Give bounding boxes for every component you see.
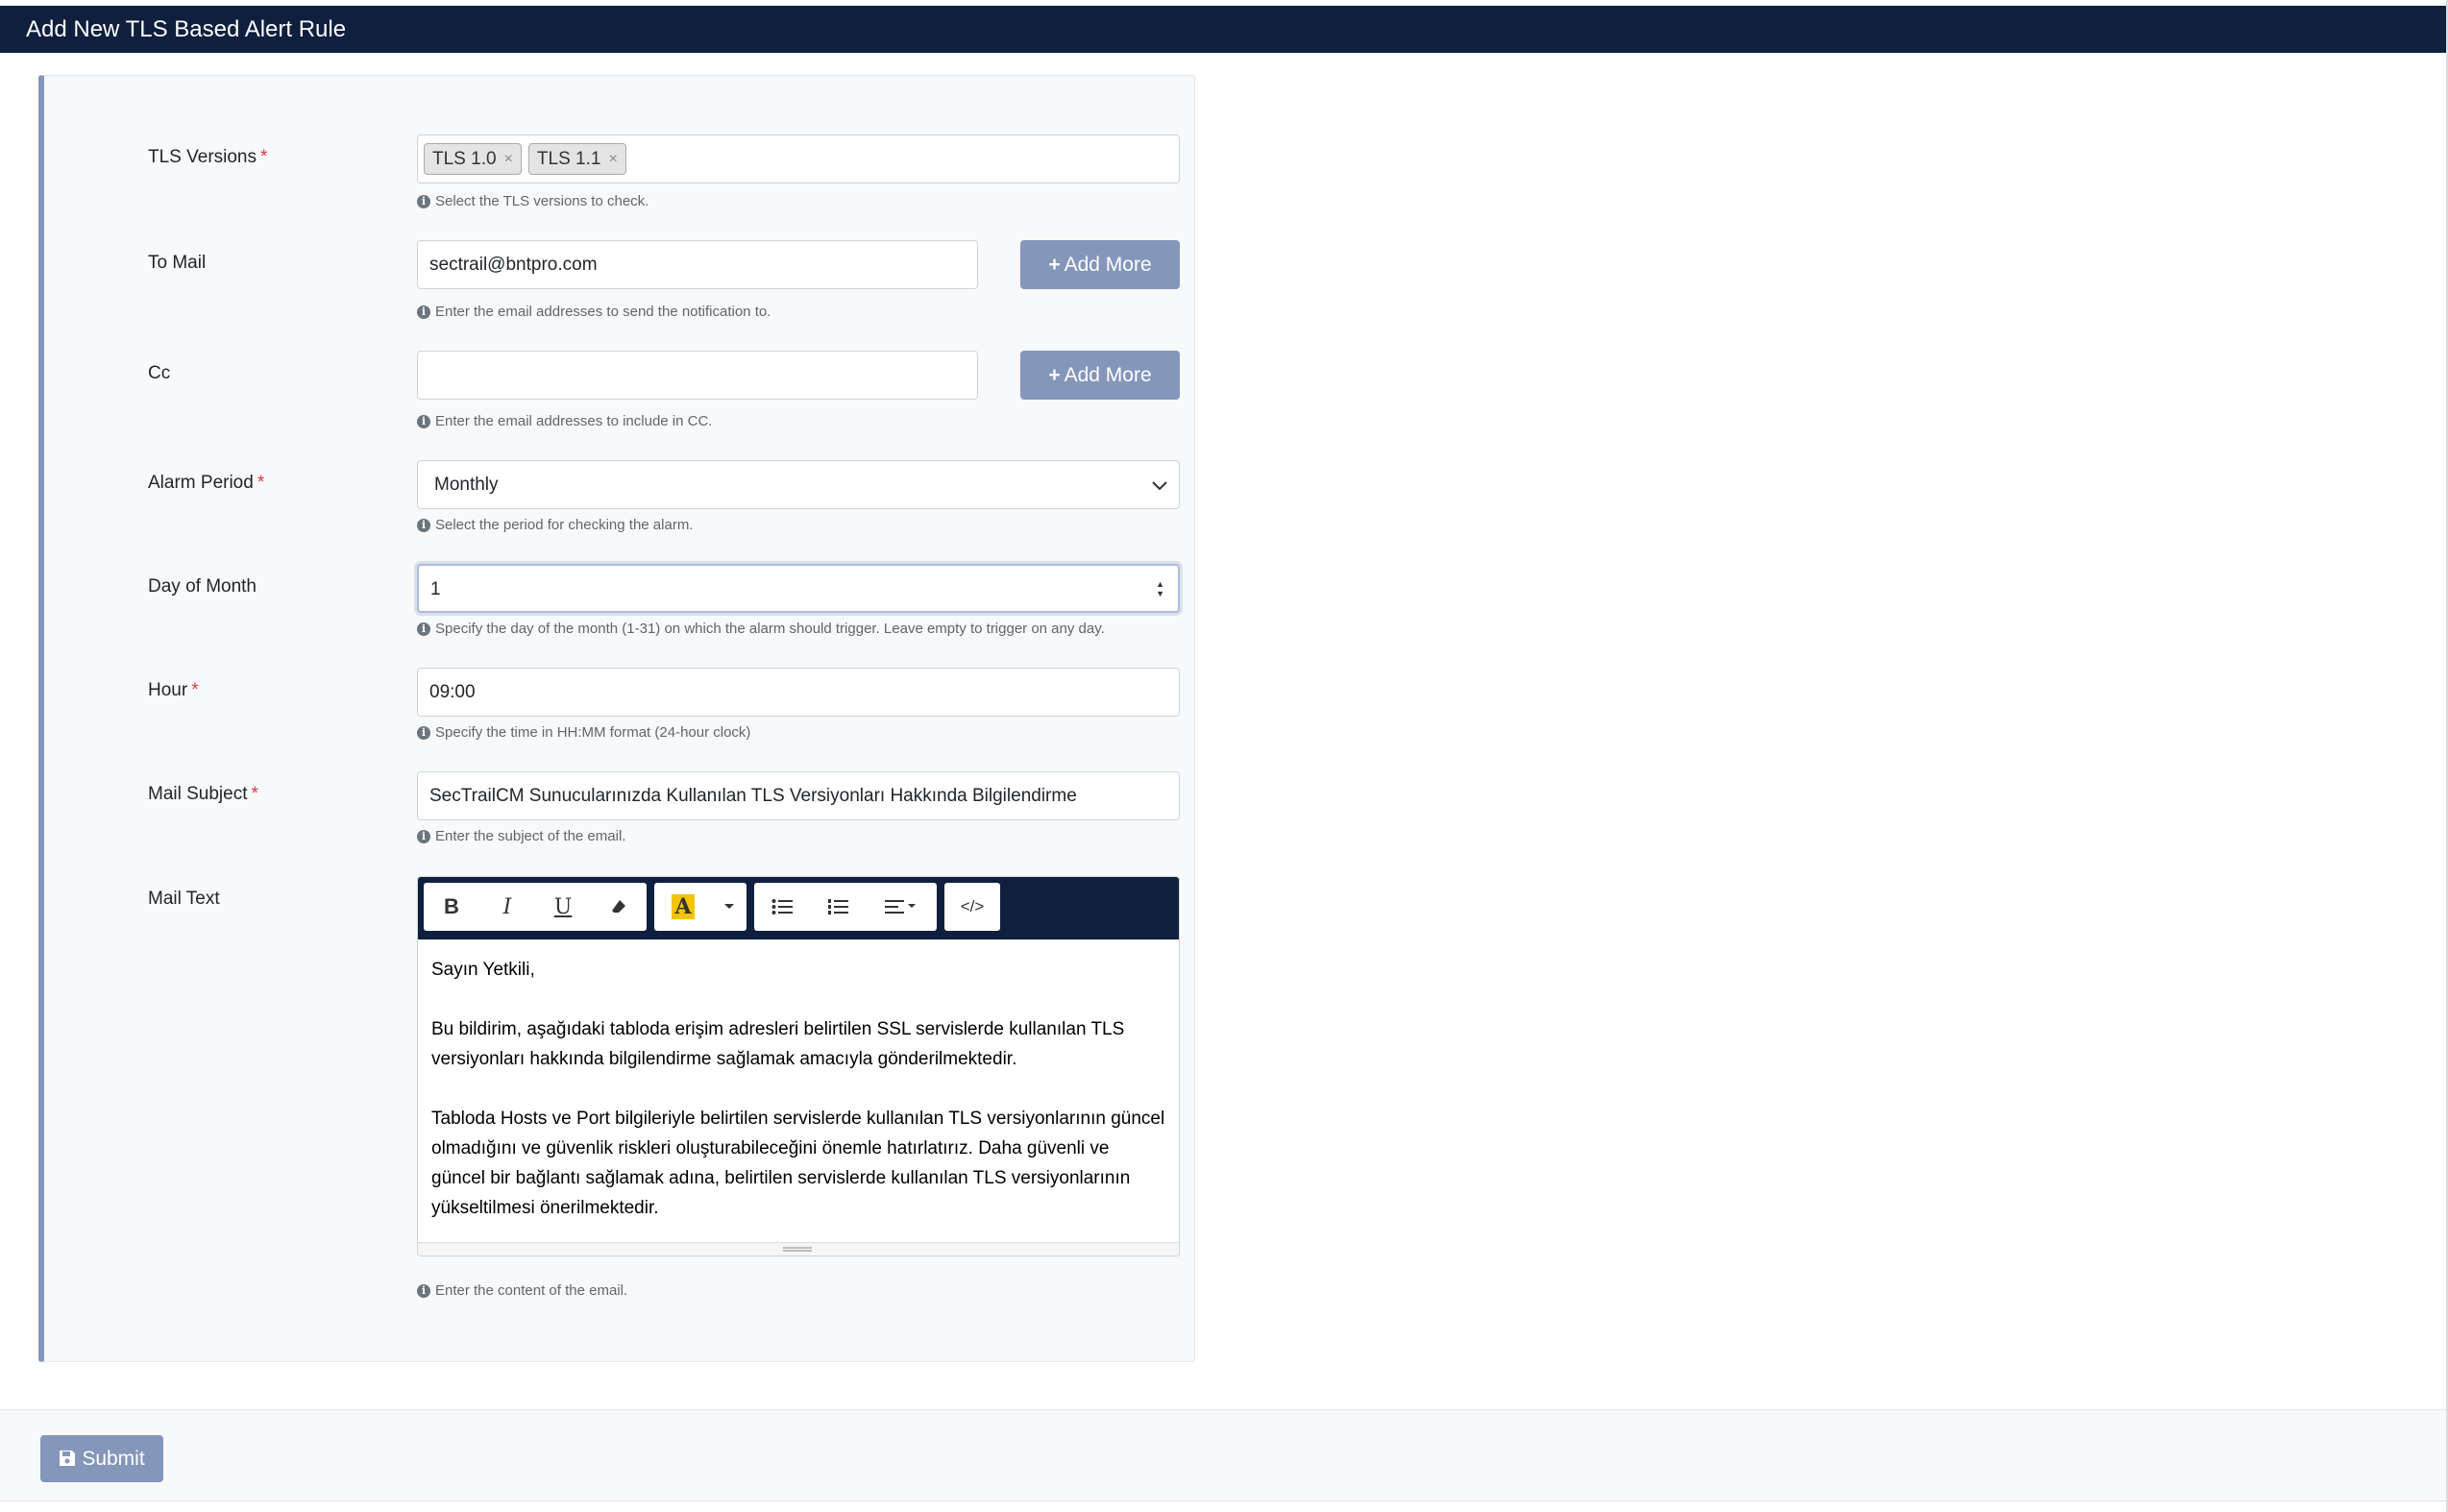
alarm-period-help: i Select the period for checking the ala… bbox=[417, 517, 693, 533]
day-of-month-label: Day of Month bbox=[148, 576, 257, 597]
to-mail-input[interactable]: sectrail@bntpro.com bbox=[417, 240, 978, 289]
text-color-icon: A bbox=[672, 894, 695, 919]
highlight-button[interactable]: A bbox=[654, 883, 712, 931]
hour-help: i Specify the time in HH:MM format (24-h… bbox=[417, 724, 750, 741]
plus-icon: + bbox=[1048, 254, 1061, 276]
hour-label: Hour * bbox=[148, 680, 199, 700]
info-icon: i bbox=[417, 829, 430, 843]
editor-paragraph: Sayın Yetkili, bbox=[431, 960, 535, 980]
alarm-period-label: Alarm Period * bbox=[148, 473, 265, 493]
mail-text-editor[interactable]: B I U A </> Sayın Yetkili, Bu bildirim, … bbox=[417, 876, 1180, 1256]
clear-format-button[interactable] bbox=[591, 883, 647, 931]
cc-label: Cc bbox=[148, 363, 171, 383]
remove-tag-icon[interactable]: × bbox=[608, 135, 617, 183]
underline-button[interactable]: U bbox=[535, 883, 591, 931]
info-icon: i bbox=[417, 725, 430, 740]
submit-button[interactable]: Submit bbox=[40, 1435, 163, 1482]
color-group: A bbox=[654, 883, 747, 931]
mail-subject-label: Mail Subject * bbox=[148, 784, 258, 804]
to-mail-label: To Mail bbox=[148, 253, 207, 273]
info-icon: i bbox=[417, 305, 430, 319]
plus-icon: + bbox=[1048, 364, 1061, 386]
info-icon: i bbox=[417, 1283, 430, 1298]
info-icon: i bbox=[417, 414, 430, 428]
number-spinner[interactable]: ▲ ▼ bbox=[1156, 579, 1164, 598]
editor-paragraph: Tabloda Hosts ve Port bilgileriyle belir… bbox=[431, 1109, 1165, 1218]
spinner-up-icon[interactable]: ▲ bbox=[1156, 579, 1164, 589]
color-dropdown-button[interactable] bbox=[712, 883, 747, 931]
caret-down-icon bbox=[724, 904, 734, 909]
to-mail-help: i Enter the email addresses to send the … bbox=[417, 304, 771, 320]
editor-paragraph: Bu bildirim, aşağıdaki tabloda erişim ad… bbox=[431, 1019, 1125, 1069]
hour-input[interactable]: 09:00 bbox=[417, 668, 1180, 717]
info-icon: i bbox=[417, 194, 430, 208]
bold-icon: B bbox=[444, 894, 459, 918]
form-footer: Submit bbox=[0, 1409, 2448, 1501]
tls-versions-select[interactable]: TLS 1.0 × TLS 1.1 × bbox=[417, 134, 1180, 183]
info-icon: i bbox=[417, 622, 430, 636]
editor-resize-handle[interactable] bbox=[418, 1242, 1179, 1256]
paragraph-group bbox=[754, 883, 937, 931]
code-group: </> bbox=[944, 883, 1000, 931]
font-style-group: B I U bbox=[424, 883, 647, 931]
tls-versions-label: TLS Versions * bbox=[148, 147, 268, 167]
editor-content[interactable]: Sayın Yetkili, Bu bildirim, aşağıdaki ta… bbox=[418, 939, 1179, 1228]
align-left-icon bbox=[885, 900, 916, 914]
remove-tag-icon[interactable]: × bbox=[504, 135, 513, 183]
resize-grip-icon bbox=[783, 1247, 812, 1252]
tls-versions-help: i Select the TLS versions to check. bbox=[417, 193, 649, 209]
italic-icon: I bbox=[502, 894, 512, 919]
page-header: Add New TLS Based Alert Rule bbox=[0, 6, 2448, 53]
cc-add-more-button[interactable]: + Add More bbox=[1020, 351, 1180, 400]
eraser-icon bbox=[612, 900, 625, 913]
numbered-list-icon bbox=[828, 899, 848, 915]
tls-tag: TLS 1.1 × bbox=[527, 143, 626, 175]
page-title: Add New TLS Based Alert Rule bbox=[26, 16, 347, 42]
bold-button[interactable]: B bbox=[424, 883, 479, 931]
mail-subject-input[interactable]: SecTrailCM Sunucularınızda Kullanılan TL… bbox=[417, 771, 1180, 820]
chevron-down-icon bbox=[1152, 481, 1167, 491]
to-mail-add-more-button[interactable]: + Add More bbox=[1020, 240, 1180, 289]
info-icon: i bbox=[417, 518, 430, 532]
align-dropdown-button[interactable] bbox=[866, 883, 937, 931]
spinner-down-icon[interactable]: ▼ bbox=[1156, 589, 1164, 598]
editor-toolbar: B I U A </> bbox=[418, 877, 1179, 939]
form-card: TLS Versions * TLS 1.0 × TLS 1.1 × i Sele… bbox=[38, 75, 1195, 1362]
unordered-list-button[interactable] bbox=[754, 883, 810, 931]
day-of-month-help: i Specify the day of the month (1-31) on… bbox=[417, 621, 1105, 637]
code-icon: </> bbox=[960, 897, 985, 915]
cc-help: i Enter the email addresses to include i… bbox=[417, 413, 712, 429]
save-icon bbox=[60, 1451, 76, 1466]
tls-tag: TLS 1.0 × bbox=[424, 143, 522, 175]
day-of-month-input[interactable]: 1 ▲ ▼ bbox=[417, 564, 1180, 613]
cc-input[interactable] bbox=[417, 351, 978, 400]
underline-icon: U bbox=[553, 894, 573, 919]
bullet-list-icon bbox=[771, 899, 793, 915]
alarm-period-select[interactable]: Monthly bbox=[417, 460, 1180, 509]
code-view-button[interactable]: </> bbox=[944, 883, 1000, 931]
mail-text-label: Mail Text bbox=[148, 889, 220, 909]
ordered-list-button[interactable] bbox=[810, 883, 866, 931]
mail-subject-help: i Enter the subject of the email. bbox=[417, 828, 625, 844]
italic-button[interactable]: I bbox=[479, 883, 535, 931]
mail-text-help: i Enter the content of the email. bbox=[417, 1282, 627, 1299]
